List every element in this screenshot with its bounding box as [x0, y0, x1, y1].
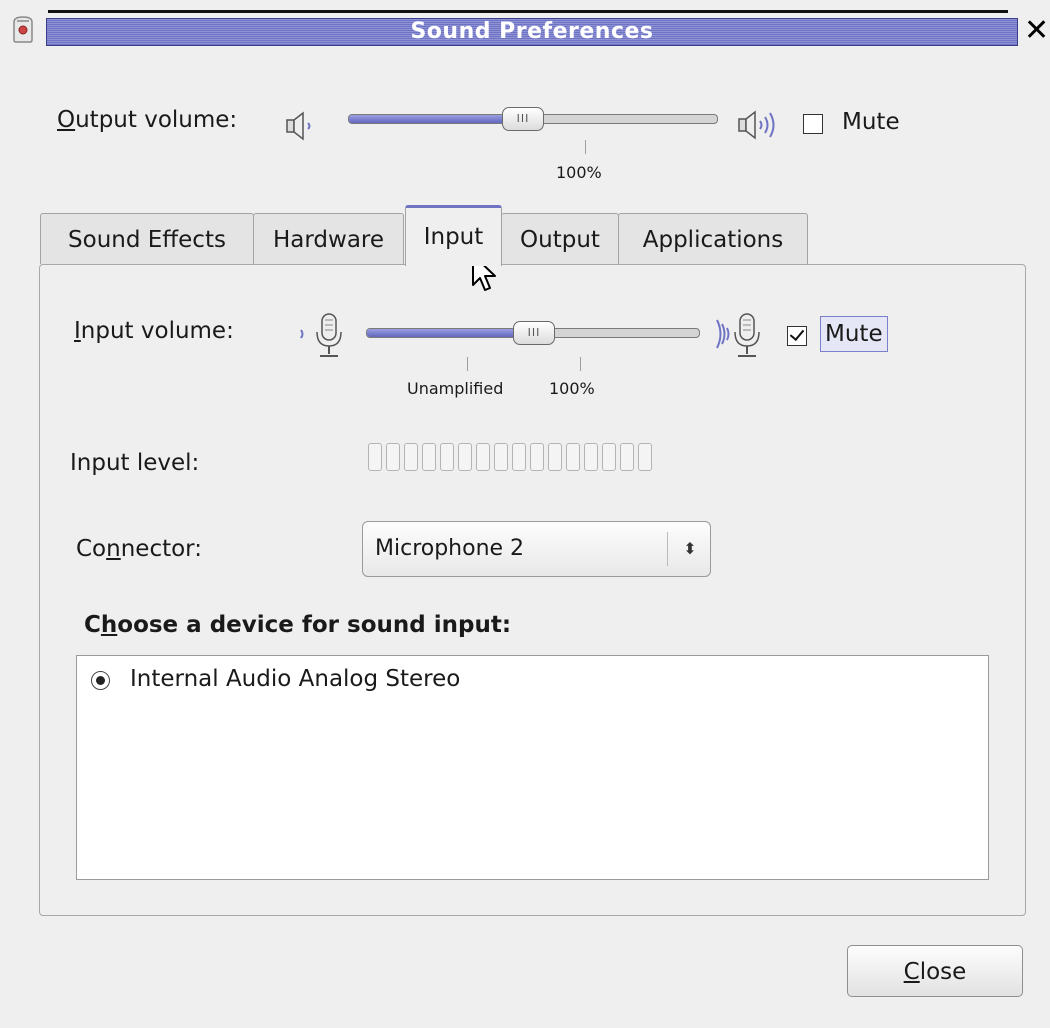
input-mute-checkbox[interactable]: [787, 326, 807, 346]
window-title: Sound Preferences: [410, 19, 654, 44]
input-volume-fill: [367, 329, 533, 337]
speaker-high-icon: [738, 110, 775, 140]
input-volume-slider[interactable]: III: [366, 321, 700, 345]
tab-output[interactable]: Output: [501, 213, 619, 264]
speaker-low-icon: [286, 111, 311, 141]
level-segment: [620, 443, 634, 471]
microphone-low-icon: [300, 313, 342, 357]
output-mute-label[interactable]: Mute: [842, 109, 900, 135]
output-volume-fill: [349, 115, 522, 123]
output-volume-thumb[interactable]: III: [501, 107, 544, 131]
tab-hardware[interactable]: Hardware: [253, 213, 404, 264]
input-volume-thumb[interactable]: III: [513, 321, 555, 345]
input-tick-unamplified: [467, 357, 468, 371]
level-segment: [458, 443, 472, 471]
output-volume-label: Output volume:: [57, 107, 238, 133]
level-segment: [566, 443, 580, 471]
output-mute-checkbox[interactable]: [803, 114, 823, 134]
title-bar: Sound Preferences ✕: [0, 0, 1050, 60]
device-section-heading: Choose a device for sound input:: [84, 612, 512, 638]
level-segment: [476, 443, 490, 471]
device-list[interactable]: Internal Audio Analog Stereo: [76, 655, 989, 880]
input-mute-label[interactable]: Mute: [820, 316, 888, 352]
input-level-meter: [368, 443, 652, 473]
connector-select-separator: [667, 532, 668, 566]
level-segment: [404, 443, 418, 471]
microphone-high-icon: [716, 313, 760, 357]
level-segment: [530, 443, 544, 471]
level-segment: [584, 443, 598, 471]
level-segment: [422, 443, 436, 471]
connector-selected-value: Microphone 2: [375, 536, 525, 561]
level-segment: [638, 443, 652, 471]
input-volume-label: Input volume:: [74, 318, 234, 344]
title-bar-top-border: [48, 10, 1008, 13]
list-item[interactable]: Internal Audio Analog Stereo: [77, 662, 988, 698]
level-segment: [386, 443, 400, 471]
connector-select[interactable]: Microphone 2 ⬍: [362, 521, 711, 577]
input-tick-100: [580, 357, 581, 371]
level-segment: [440, 443, 454, 471]
updown-arrows-icon: ⬍: [683, 539, 697, 558]
app-menu-icon[interactable]: [9, 14, 37, 44]
connector-label: Connector:: [76, 536, 202, 562]
window-close-icon[interactable]: ✕: [1024, 14, 1050, 48]
tab-applications[interactable]: Applications: [618, 213, 808, 264]
tab-sound-effects[interactable]: Sound Effects: [40, 213, 254, 264]
level-segment: [494, 443, 508, 471]
output-volume-slider[interactable]: III: [348, 107, 718, 131]
device-radio[interactable]: [91, 671, 110, 690]
input-level-label: Input level:: [70, 450, 200, 476]
tab-input[interactable]: Input: [405, 205, 502, 266]
close-button[interactable]: Close: [847, 945, 1023, 997]
level-segment: [368, 443, 382, 471]
input-tick-label-unamplified: Unamplified: [407, 379, 504, 398]
output-tick-100: [585, 140, 586, 154]
output-tick-label: 100%: [556, 163, 602, 182]
level-segment: [512, 443, 526, 471]
device-name: Internal Audio Analog Stereo: [130, 666, 461, 692]
title-bar-strip[interactable]: Sound Preferences: [46, 18, 1018, 46]
level-segment: [548, 443, 562, 471]
level-segment: [602, 443, 616, 471]
input-tick-label-100: 100%: [549, 379, 595, 398]
